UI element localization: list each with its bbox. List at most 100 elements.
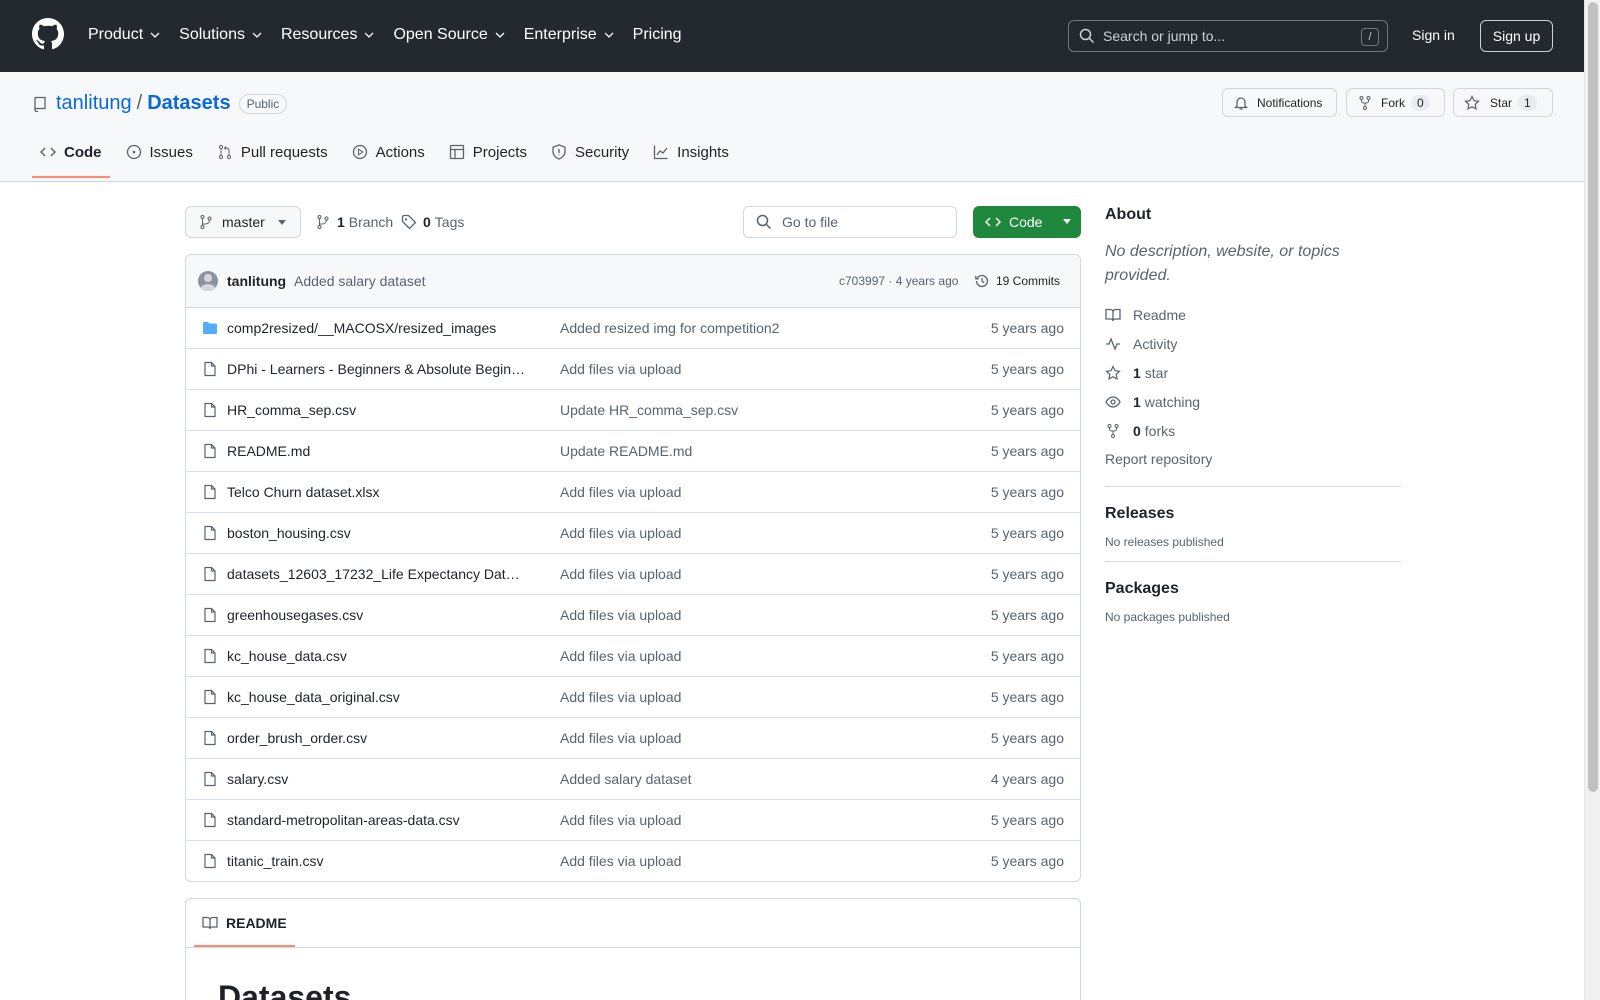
table-row[interactable]: titanic_train.csv Add files via upload 5 y…: [186, 841, 1080, 881]
file-list: tanlitung Added salary dataset c703997 ·…: [185, 254, 1081, 882]
star-count: 1: [1518, 94, 1537, 111]
star-button[interactable]: Star 1: [1453, 88, 1553, 117]
page-scrollbar[interactable]: [1584, 0, 1600, 1000]
repo-owner-link[interactable]: tanlitung: [56, 92, 132, 115]
eye-icon: [1105, 395, 1121, 408]
file-name-link[interactable]: order_brush_order.csv: [227, 730, 527, 746]
file-name-link[interactable]: standard-metropolitan-areas-data.csv: [227, 812, 527, 828]
report-repository-link[interactable]: Report repository: [1105, 445, 1401, 474]
file-name-link[interactable]: boston_housing.csv: [227, 525, 527, 541]
sign-up-button[interactable]: Sign up: [1480, 20, 1553, 52]
tab-actions[interactable]: Actions: [344, 134, 433, 170]
tab-issues[interactable]: Issues: [118, 134, 201, 170]
tab-code[interactable]: Code: [32, 134, 110, 178]
watchers-link[interactable]: 1 watching: [1105, 387, 1401, 416]
table-row[interactable]: kc_house_data.csv Add files via upload 5 y…: [186, 636, 1080, 677]
table-row[interactable]: order_brush_order.csv Add files via uploa…: [186, 718, 1080, 759]
scrollbar-thumb[interactable]: [1588, 2, 1598, 792]
branch-icon: [317, 215, 329, 229]
nav-pricing[interactable]: Pricing: [633, 24, 682, 46]
nav-solutions[interactable]: Solutions: [179, 24, 263, 46]
file-commit-date: 5 years ago: [990, 484, 1064, 500]
file-icon: [204, 648, 216, 664]
file-name-link[interactable]: README.md: [227, 443, 527, 459]
stars-link[interactable]: 1 star: [1105, 358, 1401, 387]
file-name-link[interactable]: kc_house_data.csv: [227, 648, 527, 664]
avatar[interactable]: [198, 271, 218, 291]
main-nav: Product Solutions Resources Open Source …: [88, 24, 700, 46]
activity-link[interactable]: Activity: [1105, 329, 1401, 358]
search-input[interactable]: Search or jump to... /: [1068, 20, 1388, 52]
file-name-link[interactable]: greenhousegases.csv: [227, 607, 527, 623]
file-commit-message[interactable]: Add files via upload: [560, 361, 681, 377]
table-row[interactable]: DPhi - Learners - Beginners & Absolute B…: [186, 349, 1080, 390]
tab-security[interactable]: Security: [543, 134, 637, 170]
commit-message-link[interactable]: Added salary dataset: [294, 273, 426, 289]
table-row[interactable]: salary.csv Added salary dataset 4 years ag…: [186, 759, 1080, 800]
file-name-link[interactable]: salary.csv: [227, 771, 527, 787]
sign-in-link[interactable]: Sign in: [1412, 27, 1455, 43]
nav-product[interactable]: Product: [88, 24, 161, 46]
nav-open-source[interactable]: Open Source: [393, 24, 505, 46]
tab-insights[interactable]: Insights: [645, 134, 737, 170]
stars-count: 1: [1133, 364, 1141, 381]
play-icon: [352, 144, 367, 160]
file-commit-message[interactable]: Add files via upload: [560, 525, 681, 541]
readme-tab[interactable]: README: [194, 899, 295, 947]
file-commit-message[interactable]: Add files via upload: [560, 648, 681, 664]
file-icon: [204, 689, 216, 705]
file-name-link[interactable]: HR_comma_sep.csv: [227, 402, 527, 418]
notifications-button[interactable]: Notifications: [1222, 88, 1337, 117]
table-row[interactable]: datasets_12603_17232_Life Expectancy Dat…: [186, 554, 1080, 595]
forks-link[interactable]: 0 forks: [1105, 416, 1401, 445]
file-commit-message[interactable]: Add files via upload: [560, 689, 681, 705]
file-commit-message[interactable]: Add files via upload: [560, 484, 681, 500]
file-commit-message[interactable]: Add files via upload: [560, 853, 681, 869]
file-commit-date: 5 years ago: [990, 648, 1064, 664]
file-commit-message[interactable]: Added salary dataset: [560, 771, 692, 787]
file-icon: [204, 771, 216, 787]
branch-select-button[interactable]: master: [185, 206, 301, 238]
tags-link[interactable]: 0 Tags: [401, 214, 464, 230]
file-name-link[interactable]: Telco Churn dataset.xlsx: [227, 484, 527, 500]
nav-enterprise[interactable]: Enterprise: [524, 24, 615, 46]
table-row[interactable]: comp2resized/__MACOSX/resized_images Adde…: [186, 308, 1080, 349]
file-name-link[interactable]: DPhi - Learners - Beginners & Absolute B…: [227, 361, 527, 377]
repo-header: tanlitung / Datasets Public Notification…: [0, 72, 1584, 182]
table-row[interactable]: boston_housing.csv Add files via upload 5 …: [186, 513, 1080, 554]
table-row[interactable]: kc_house_data_original.csv Add files via …: [186, 677, 1080, 718]
commit-hash-time[interactable]: c703997 · 4 years ago: [839, 274, 958, 288]
table-row[interactable]: HR_comma_sep.csv Update HR_comma_sep.csv 5…: [186, 390, 1080, 431]
commit-author-link[interactable]: tanlitung: [227, 273, 286, 289]
releases-title[interactable]: Releases: [1105, 505, 1401, 523]
packages-title[interactable]: Packages: [1105, 580, 1401, 598]
github-logo-icon[interactable]: [32, 18, 64, 50]
file-commit-message[interactable]: Update README.md: [560, 443, 692, 459]
tab-projects[interactable]: Projects: [441, 134, 535, 170]
file-commit-message[interactable]: Add files via upload: [560, 812, 681, 828]
file-commit-message[interactable]: Add files via upload: [560, 566, 681, 582]
file-name-link[interactable]: titanic_train.csv: [227, 853, 527, 869]
nav-resources[interactable]: Resources: [281, 24, 375, 46]
table-row[interactable]: Telco Churn dataset.xlsx Add files via up…: [186, 472, 1080, 513]
file-name-link[interactable]: comp2resized/__MACOSX/resized_images: [227, 320, 527, 336]
fork-button[interactable]: Fork 0: [1346, 88, 1445, 117]
go-to-file-input[interactable]: Go to file: [743, 206, 957, 238]
file-name-link[interactable]: datasets_12603_17232_Life Expectancy Dat…: [227, 566, 527, 582]
readme-link[interactable]: Readme: [1105, 300, 1401, 329]
file-commit-message[interactable]: Update HR_comma_sep.csv: [560, 402, 738, 418]
table-row[interactable]: standard-metropolitan-areas-data.csv Add …: [186, 800, 1080, 841]
chevron-down-icon: [364, 32, 374, 38]
file-commit-date: 5 years ago: [990, 320, 1064, 336]
repo-name-link[interactable]: Datasets: [147, 92, 230, 115]
code-dropdown-button[interactable]: Code: [973, 206, 1081, 238]
tab-pull-requests[interactable]: Pull requests: [209, 134, 336, 170]
commits-history-link[interactable]: 19 Commits: [974, 273, 1060, 289]
table-row[interactable]: greenhousegases.csv Add files via upload 5…: [186, 595, 1080, 636]
file-commit-message[interactable]: Added resized img for competition2: [560, 320, 779, 336]
branches-link[interactable]: 1 Branch: [315, 214, 393, 230]
table-row[interactable]: README.md Update README.md 5 years ago: [186, 431, 1080, 472]
file-commit-message[interactable]: Add files via upload: [560, 607, 681, 623]
file-commit-message[interactable]: Add files via upload: [560, 730, 681, 746]
file-name-link[interactable]: kc_house_data_original.csv: [227, 689, 527, 705]
